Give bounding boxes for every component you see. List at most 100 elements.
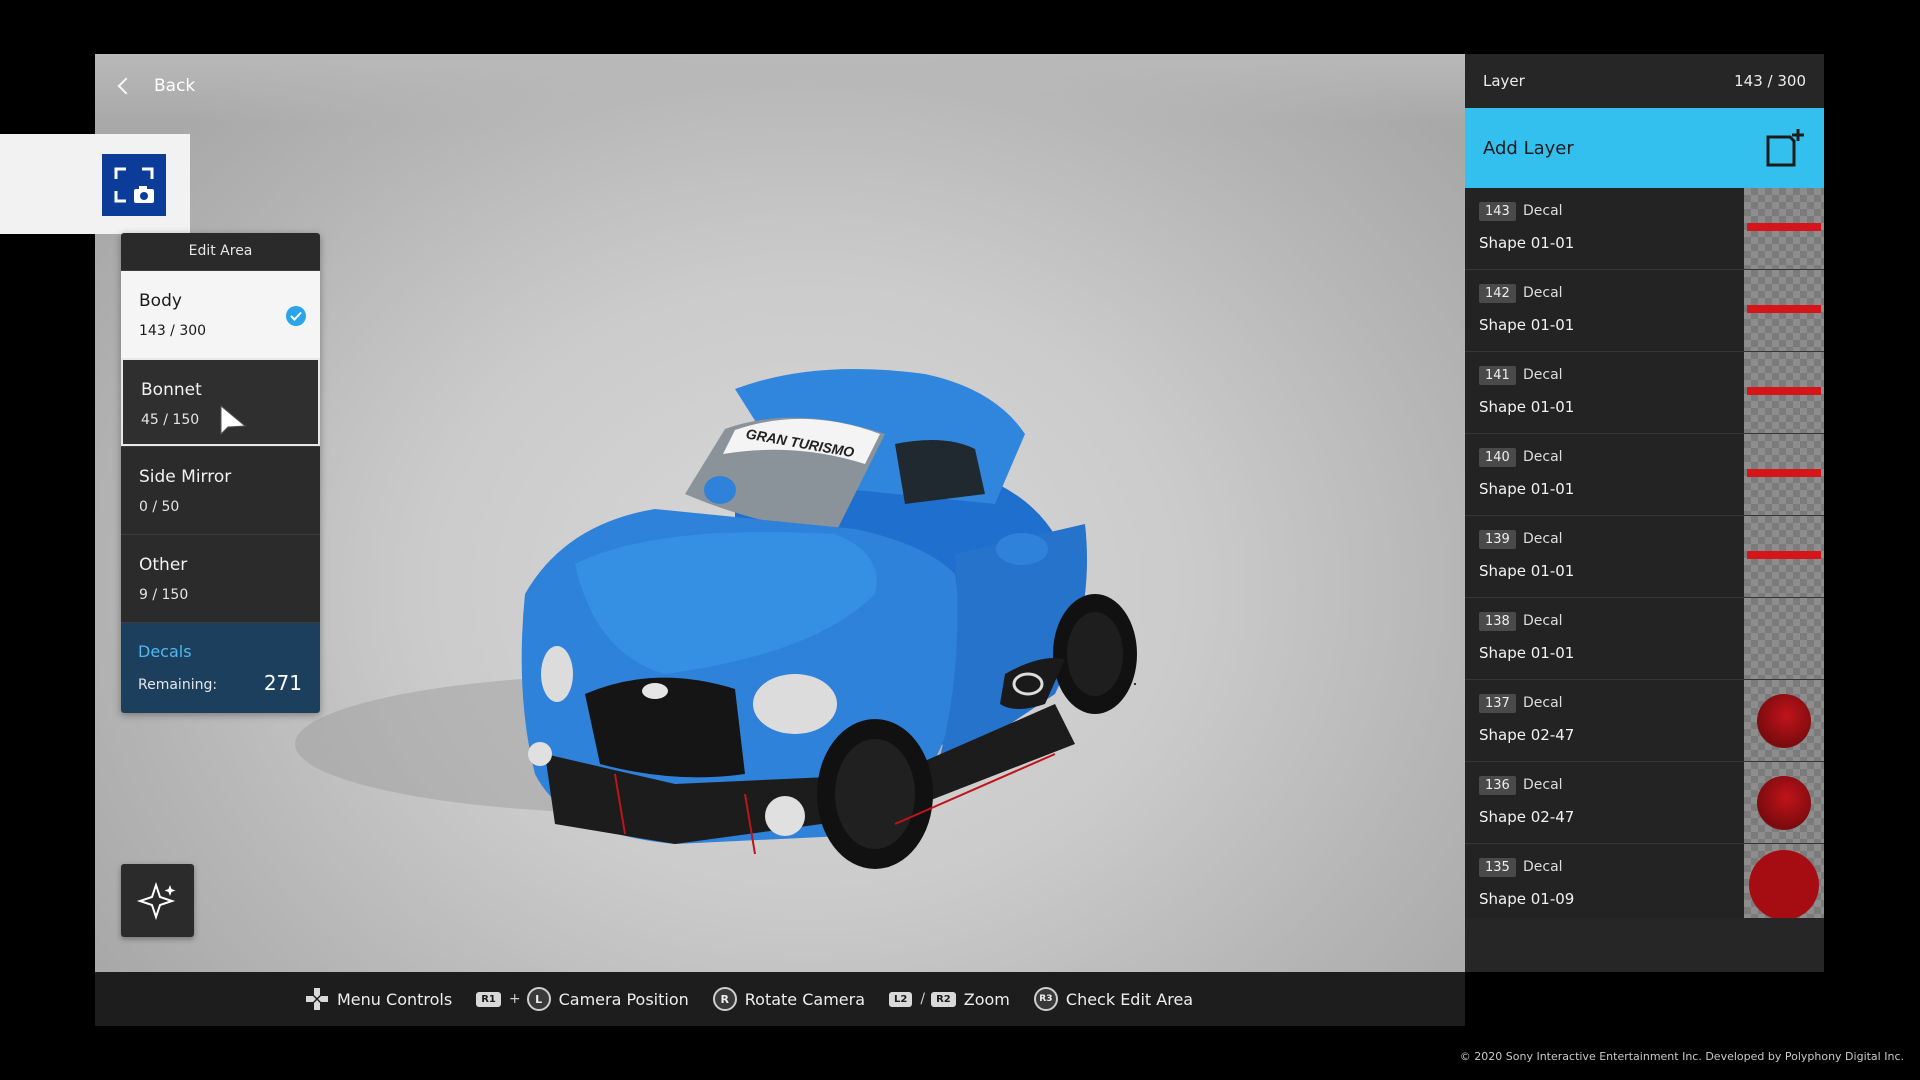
edit-area-item-body[interactable]: Body 143 / 300 [121, 270, 320, 358]
layer-thumbnail [1744, 352, 1824, 433]
sparkle-icon [136, 881, 175, 920]
hint-label: Menu Controls [337, 989, 453, 1009]
layer-row[interactable]: 137 Decal Shape 02-47 [1465, 680, 1824, 762]
layer-row[interactable]: 143 Decal Shape 01-01 [1465, 188, 1824, 270]
edit-area-title: Edit Area [121, 233, 320, 270]
layer-number: 140 [1479, 448, 1516, 467]
hint-label: Zoom [963, 989, 1010, 1009]
red-bar-shape [1747, 387, 1821, 395]
hint-rotate-camera: R Rotate Camera [712, 987, 866, 1011]
layer-thumbnail [1744, 680, 1824, 761]
camera-capture-icon [114, 167, 154, 203]
edit-area-item-name: Body [139, 291, 182, 311]
layer-number: 138 [1479, 612, 1516, 631]
hint-check-edit-area: R3 Check Edit Area [1033, 987, 1194, 1011]
layer-number: 142 [1479, 284, 1516, 303]
hint-menu-controls: Menu Controls [305, 987, 452, 1011]
layer-type: Decal [1523, 531, 1563, 547]
red-sphere-shape [1757, 693, 1811, 748]
checkmark-icon [286, 306, 306, 326]
copyright-notice: © 2020 Sony Interactive Entertainment In… [1459, 1050, 1904, 1063]
red-bar-shape [1747, 469, 1821, 477]
layer-shape: Shape 01-01 [1479, 398, 1575, 416]
red-sphere-shape [1757, 775, 1811, 830]
layer-row[interactable]: 142 Decal Shape 01-01 [1465, 270, 1824, 352]
edit-area-item-name: Other [139, 555, 188, 575]
layer-type: Decal [1523, 859, 1563, 875]
layer-thumbnail [1744, 188, 1824, 269]
layer-header: Layer 143 / 300 [1465, 54, 1824, 108]
edit-area-item-name: Side Mirror [139, 467, 232, 487]
red-bar-shape [1747, 305, 1821, 313]
screenshot-widget [0, 134, 190, 234]
layer-row[interactable]: 138 Decal Shape 01-01 [1465, 598, 1824, 680]
plus-separator: + [508, 991, 521, 1007]
edit-area-item-side-mirror[interactable]: Side Mirror 0 / 50 [121, 446, 320, 534]
layer-type: Decal [1523, 613, 1563, 629]
red-bar-shape [1747, 551, 1821, 559]
red-bar-shape [1747, 223, 1821, 231]
layer-shape: Shape 01-01 [1479, 644, 1575, 662]
add-layer-label: Add Layer [1483, 137, 1574, 159]
add-layer-icon [1766, 129, 1804, 167]
edit-area-item-count: 143 / 300 [139, 323, 207, 339]
layer-number: 137 [1479, 694, 1516, 713]
hint-zoom: L2 / R2 Zoom [889, 990, 1010, 1009]
hint-label: Rotate Camera [744, 989, 866, 1009]
edit-area-item-count: 0 / 50 [139, 499, 180, 515]
layer-type: Decal [1523, 285, 1563, 301]
layer-shape: Shape 01-01 [1479, 316, 1575, 334]
hint-label: Check Edit Area [1065, 989, 1194, 1009]
layer-thumbnail [1744, 844, 1824, 918]
layer-number: 135 [1479, 858, 1516, 877]
add-layer-button[interactable]: Add Layer [1465, 108, 1824, 188]
layer-count: 143 / 300 [1734, 72, 1806, 90]
r2-button-icon: R2 [931, 991, 956, 1007]
remaining-value: 271 [263, 671, 302, 695]
layer-thumbnail [1744, 598, 1824, 679]
l-stick-icon: L [526, 987, 551, 1011]
layer-thumbnail [1744, 434, 1824, 515]
layer-title: Layer [1483, 72, 1525, 90]
r-stick-icon: R [712, 987, 737, 1011]
layer-thumbnail [1744, 270, 1824, 351]
layer-shape: Shape 02-47 [1479, 808, 1575, 826]
r3-stick-icon: R3 [1033, 987, 1058, 1011]
layer-panel: Layer 143 / 300 Add Layer 143 Decal Shape … [1465, 54, 1824, 972]
layer-row[interactable]: 136 Decal Shape 02-47 [1465, 762, 1824, 844]
layer-shape: Shape 01-09 [1479, 890, 1575, 908]
dpad-icon [306, 988, 328, 1010]
layer-row[interactable]: 139 Decal Shape 01-01 [1465, 516, 1824, 598]
layer-list[interactable]: 143 Decal Shape 01-01 142 Decal Shape 01-01 14… [1465, 188, 1824, 918]
layer-panel-footer [1465, 918, 1824, 972]
edit-area-item-bonnet[interactable]: Bonnet 45 / 150 [121, 358, 320, 446]
decals-remaining: Decals Remaining: 271 [121, 622, 320, 713]
layer-number: 141 [1479, 366, 1516, 385]
r1-button-icon: R1 [476, 991, 501, 1007]
layer-row[interactable]: 141 Decal Shape 01-01 [1465, 352, 1824, 434]
decals-label: Decals [138, 642, 192, 661]
layer-type: Decal [1523, 777, 1563, 793]
layer-number: 139 [1479, 530, 1516, 549]
layer-type: Decal [1523, 449, 1563, 465]
layer-shape: Shape 01-01 [1479, 480, 1575, 498]
edit-area-panel: Edit Area Body 143 / 300 Bonnet 45 / 150… [121, 233, 320, 713]
edit-area-item-name: Bonnet [141, 380, 202, 400]
layer-shape: Shape 01-01 [1479, 234, 1575, 252]
layer-thumbnail [1744, 516, 1824, 597]
sparkle-button[interactable] [121, 864, 194, 937]
layer-type: Decal [1523, 695, 1563, 711]
edit-area-item-other[interactable]: Other 9 / 150 [121, 534, 320, 622]
layer-row[interactable]: 140 Decal Shape 01-01 [1465, 434, 1824, 516]
slash-separator: / [920, 991, 926, 1007]
hint-camera-position: R1 + L Camera Position [476, 987, 689, 1011]
layer-type: Decal [1523, 203, 1563, 219]
layer-number: 143 [1479, 202, 1516, 221]
layer-shape: Shape 01-01 [1479, 562, 1575, 580]
layer-row[interactable]: 135 Decal Shape 01-09 [1465, 844, 1824, 918]
hint-label: Camera Position [558, 989, 689, 1009]
layer-thumbnail [1744, 762, 1824, 843]
remaining-label: Remaining: [138, 677, 218, 693]
capture-button[interactable] [102, 154, 166, 216]
red-circle-shape [1749, 849, 1819, 918]
